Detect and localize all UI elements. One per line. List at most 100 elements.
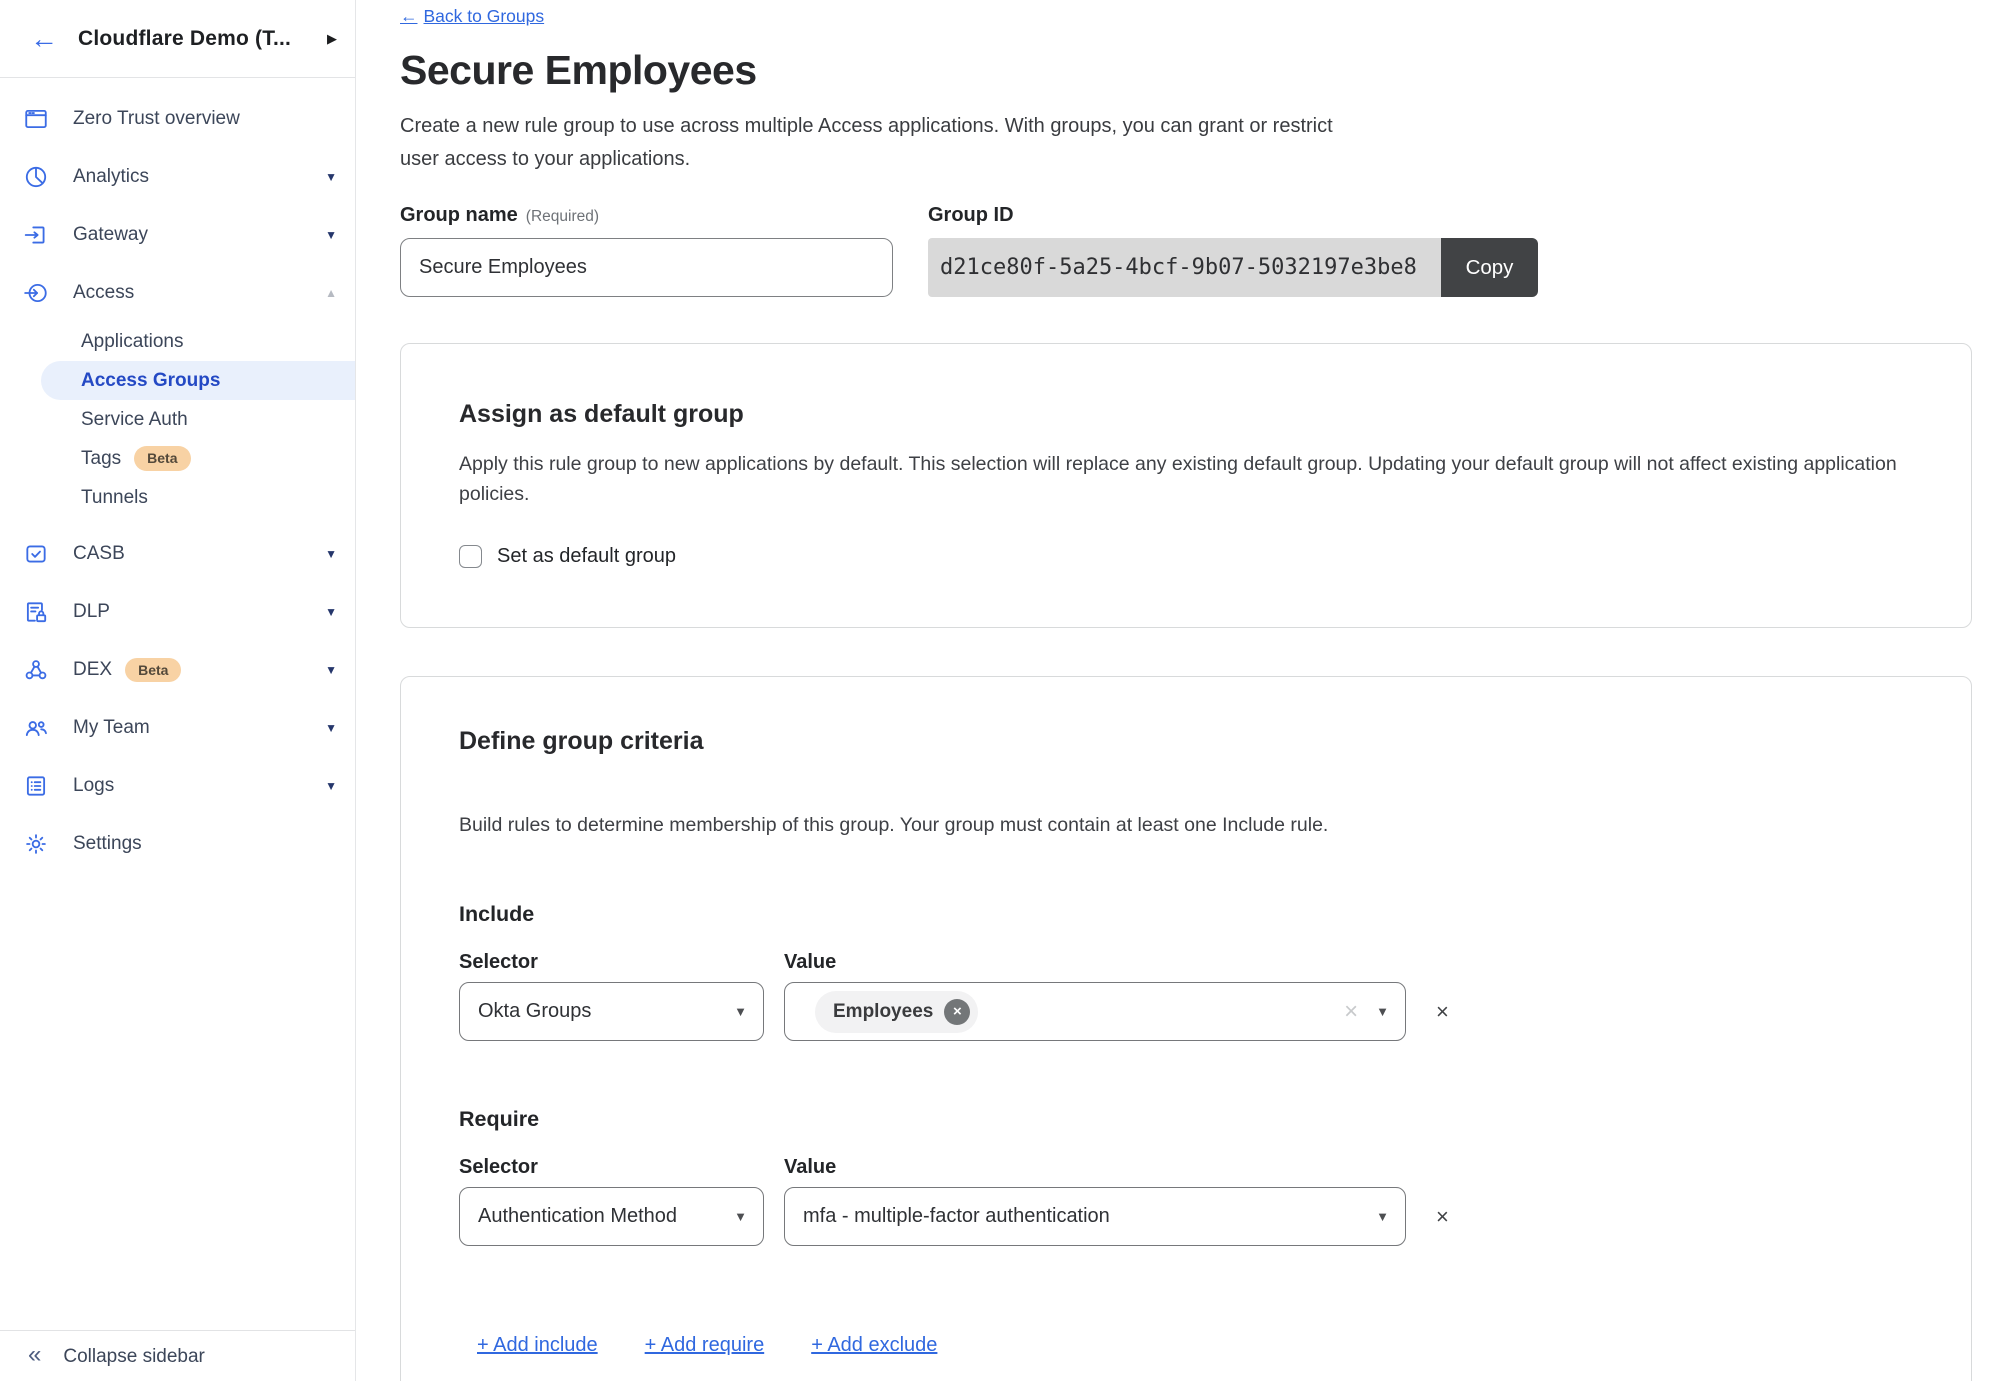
define-group-criteria-description: Build rules to determine membership of t… <box>459 810 1913 840</box>
main-content: ← Back to Groups Secure Employees Create… <box>356 0 1999 1381</box>
add-include-link[interactable]: + Add include <box>477 1334 598 1357</box>
page-title: Secure Employees <box>400 47 1999 94</box>
beta-badge: Beta <box>125 658 181 683</box>
sidebar-item-label: Tags <box>81 448 121 470</box>
add-require-link[interactable]: + Add require <box>645 1334 765 1357</box>
include-section-label: Include <box>459 902 1913 927</box>
group-id-label: Group ID <box>928 204 1014 227</box>
sidebar-item-label: My Team <box>73 717 150 739</box>
back-arrow-small-icon: ← <box>400 6 418 27</box>
account-title: Cloudflare Demo (T... <box>78 27 291 51</box>
assign-default-group-card: Assign as default group Apply this rule … <box>400 343 1972 628</box>
required-label: (Required) <box>526 208 599 226</box>
require-selector-dropdown[interactable]: Authentication Method ▼ <box>459 1187 764 1246</box>
chevron-down-icon: ▼ <box>325 171 337 183</box>
include-selector-value: Okta Groups <box>478 1000 591 1023</box>
sidebar-item-access-groups[interactable]: Access Groups <box>41 361 355 400</box>
logs-icon <box>23 773 49 799</box>
chevron-down-icon: ▼ <box>1376 1004 1389 1019</box>
collapse-sidebar-icon: « <box>28 1344 41 1366</box>
require-selector-value: Authentication Method <box>478 1205 677 1228</box>
chevron-up-icon: ▲ <box>325 287 337 299</box>
set-default-group-checkbox[interactable] <box>459 545 482 568</box>
chevron-down-icon: ▼ <box>325 722 337 734</box>
sidebar-item-label: Gateway <box>73 224 148 246</box>
require-value-label: Value <box>784 1156 836 1179</box>
remove-chip-icon[interactable]: × <box>944 999 970 1025</box>
require-selector-label: Selector <box>459 1156 764 1179</box>
rule-actions: + Add include + Add require + Add exclud… <box>477 1334 1913 1357</box>
include-selector-label: Selector <box>459 951 764 974</box>
include-value-multiselect[interactable]: Employees × × ▼ <box>784 982 1406 1041</box>
zero-trust-overview-icon <box>23 106 49 132</box>
sidebar-item-label: Access Groups <box>81 370 220 392</box>
copy-button[interactable]: Copy <box>1441 238 1538 297</box>
sidebar-item-logs[interactable]: Logs ▼ <box>0 757 355 815</box>
analytics-icon <box>23 164 49 190</box>
sidebar-item-label: Settings <box>73 833 142 855</box>
sidebar: ← Cloudflare Demo (T... ▶ Zero Trust ove… <box>0 0 356 1381</box>
include-rule-row: Okta Groups ▼ Employees × × ▼ × <box>459 982 1913 1041</box>
beta-badge: Beta <box>134 446 190 471</box>
chevron-down-icon: ▼ <box>734 1004 747 1019</box>
expand-account-menu-icon[interactable]: ▶ <box>327 31 337 47</box>
chevron-down-icon: ▼ <box>325 780 337 792</box>
define-group-criteria-card: Define group criteria Build rules to det… <box>400 676 1972 1381</box>
back-arrow-icon[interactable]: ← <box>30 25 58 53</box>
sidebar-item-label: Analytics <box>73 166 149 188</box>
sidebar-item-my-team[interactable]: My Team ▼ <box>0 699 355 757</box>
sidebar-item-dex[interactable]: DEX Beta ▼ <box>0 641 355 699</box>
chevron-down-icon: ▼ <box>734 1209 747 1224</box>
sidebar-item-casb[interactable]: CASB ▼ <box>0 525 355 583</box>
sidebar-item-label: Access <box>73 282 134 304</box>
my-team-icon <box>23 715 49 741</box>
sidebar-item-service-auth[interactable]: Service Auth <box>41 400 355 439</box>
add-exclude-link[interactable]: + Add exclude <box>811 1334 937 1357</box>
sidebar-item-label: Service Auth <box>81 409 188 431</box>
sidebar-header: ← Cloudflare Demo (T... ▶ <box>0 0 355 78</box>
group-name-id-row: Group name (Required) Group ID d21ce80f-… <box>400 204 1999 297</box>
set-default-group-label: Set as default group <box>497 545 676 568</box>
chevron-down-icon: ▼ <box>325 548 337 560</box>
chevron-down-icon: ▼ <box>325 664 337 676</box>
settings-icon <box>23 831 49 857</box>
sidebar-item-applications[interactable]: Applications <box>41 322 355 361</box>
group-id-value: d21ce80f-5a25-4bcf-9b07-5032197e3be8 <box>928 238 1441 297</box>
sidebar-item-tunnels[interactable]: Tunnels <box>41 478 355 517</box>
require-section-label: Require <box>459 1107 1913 1132</box>
chevron-down-icon: ▼ <box>1376 1209 1389 1224</box>
assign-default-group-description: Apply this rule group to new application… <box>459 449 1913 509</box>
dlp-icon <box>23 599 49 625</box>
include-selector-dropdown[interactable]: Okta Groups ▼ <box>459 982 764 1041</box>
sidebar-item-label: DEX <box>73 659 112 681</box>
sidebar-item-gateway[interactable]: Gateway▼ <box>0 206 355 264</box>
sidebar-item-access[interactable]: Access ▲ <box>0 264 355 322</box>
page-description: Create a new rule group to use across mu… <box>400 110 1345 176</box>
sidebar-item-settings[interactable]: Settings <box>0 815 355 873</box>
group-name-input[interactable] <box>400 238 893 297</box>
require-value-dropdown[interactable]: mfa - multiple-factor authentication ▼ <box>784 1187 1406 1246</box>
set-default-group-row[interactable]: Set as default group <box>459 545 676 568</box>
sidebar-item-label: Logs <box>73 775 114 797</box>
collapse-sidebar-label: Collapse sidebar <box>63 1344 205 1368</box>
sidebar-item-label: Zero Trust overview <box>73 108 240 130</box>
access-icon <box>23 280 49 306</box>
sidebar-item-label: Tunnels <box>81 487 148 509</box>
sidebar-item-tags[interactable]: Tags Beta <box>41 439 355 478</box>
gateway-icon <box>23 222 49 248</box>
sidebar-item-label: DLP <box>73 601 110 623</box>
dex-icon <box>23 657 49 683</box>
chevron-down-icon: ▼ <box>325 606 337 618</box>
require-value-text: mfa - multiple-factor authentication <box>803 1205 1110 1228</box>
sidebar-item-label: CASB <box>73 543 125 565</box>
back-to-groups-link[interactable]: ← Back to Groups <box>400 6 544 27</box>
sidebar-item-analytics[interactable]: Analytics ▼ <box>0 148 355 206</box>
sidebar-item-dlp[interactable]: DLP ▼ <box>0 583 355 641</box>
remove-require-rule-icon[interactable]: × <box>1436 1206 1449 1228</box>
collapse-sidebar-button[interactable]: « Collapse sidebar <box>0 1330 355 1381</box>
clear-values-icon[interactable]: × <box>1344 1000 1358 1024</box>
sidebar-item-zero-trust-overview[interactable]: Zero Trust overview <box>0 90 355 148</box>
back-to-groups-label: Back to Groups <box>424 6 545 27</box>
casb-icon <box>23 541 49 567</box>
remove-include-rule-icon[interactable]: × <box>1436 1001 1449 1023</box>
